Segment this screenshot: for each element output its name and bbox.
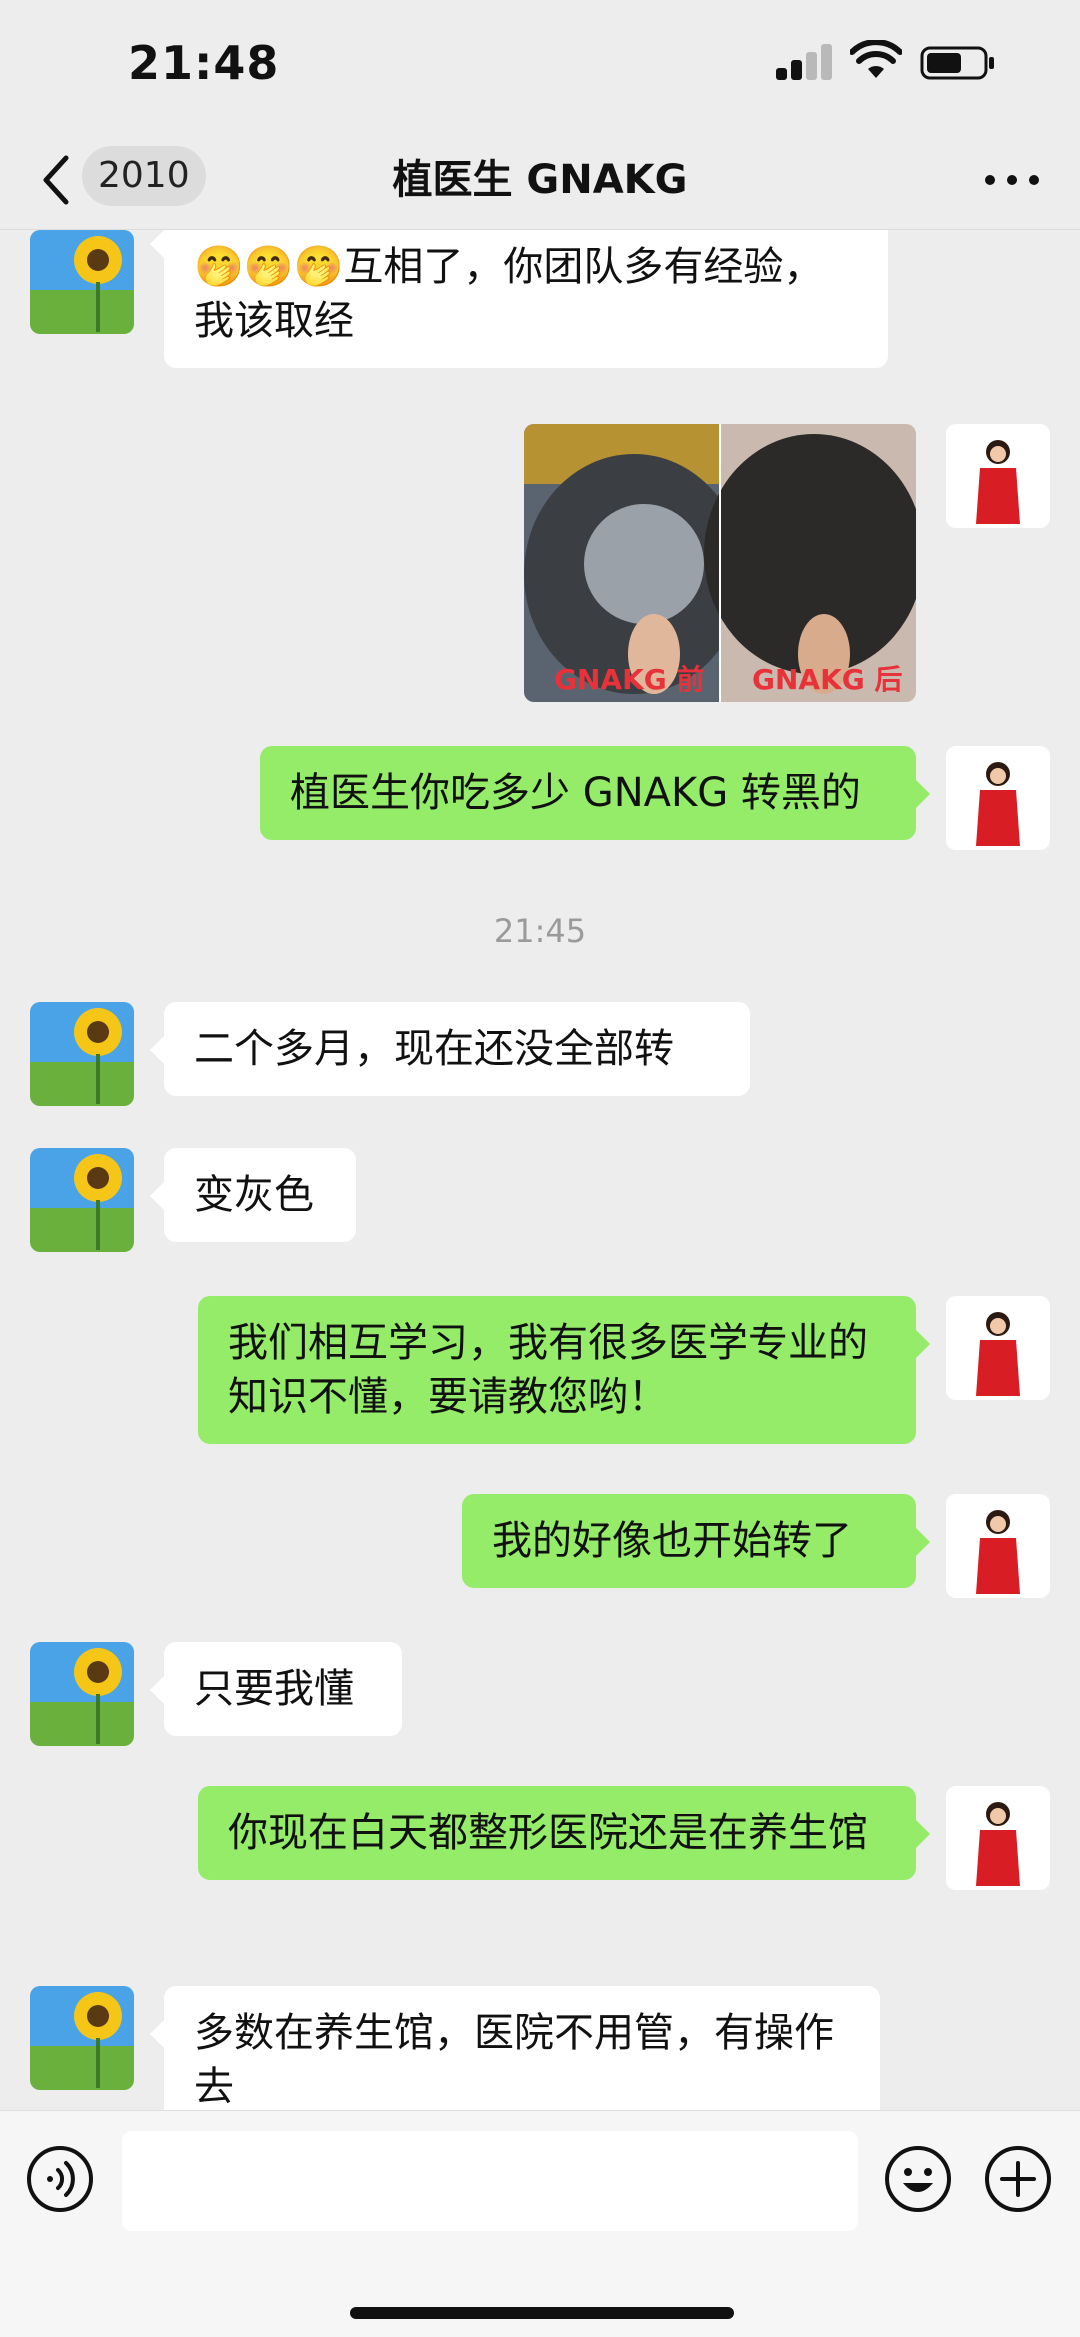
- unread-count-badge[interactable]: 2010: [82, 146, 206, 206]
- after-label: GNAKG 后: [752, 663, 903, 696]
- voice-input-icon[interactable]: [26, 2145, 94, 2213]
- message-bubble-received[interactable]: 只要我懂: [150, 1642, 402, 1736]
- wifi-icon: [850, 40, 902, 78]
- emoji-icon[interactable]: [884, 2145, 952, 2213]
- more-options-icon[interactable]: [982, 172, 1042, 188]
- self-avatar[interactable]: [946, 746, 1050, 850]
- composer-bar: [0, 2110, 1080, 2337]
- signal-icon: [776, 42, 836, 80]
- message-timestamp: 21:45: [493, 912, 587, 950]
- contact-avatar[interactable]: [30, 230, 134, 334]
- message-bubble-received[interactable]: 变灰色: [150, 1148, 356, 1242]
- self-avatar[interactable]: [946, 1296, 1050, 1400]
- self-avatar[interactable]: [946, 424, 1050, 528]
- self-avatar[interactable]: [946, 1786, 1050, 1890]
- contact-avatar[interactable]: [30, 1986, 134, 2090]
- back-chevron-icon[interactable]: [36, 152, 76, 208]
- contact-avatar[interactable]: [30, 1148, 134, 1252]
- message-bubble-sent[interactable]: 植医生你吃多少 GNAKG 转黑的: [260, 746, 930, 840]
- message-input[interactable]: [122, 2131, 858, 2231]
- message-bubble-received[interactable]: 🤭🤭🤭互相了，你团队多有经验，我该取经: [150, 230, 888, 368]
- battery-icon: [920, 46, 994, 80]
- contact-avatar[interactable]: [30, 1642, 134, 1746]
- status-bar: 21:48: [0, 0, 1080, 130]
- message-bubble-sent[interactable]: 我们相互学习，我有很多医学专业的知识不懂，要请教您哟！: [198, 1296, 930, 1444]
- status-time: 21:48: [128, 36, 280, 90]
- add-attachment-icon[interactable]: [984, 2145, 1052, 2213]
- message-bubble-received[interactable]: 多数在养生馆，医院不用管，有操作去: [150, 1986, 880, 2110]
- chat-header: 植医生 GNAKG 2010: [0, 130, 1080, 230]
- message-bubble-sent[interactable]: 你现在白天都整形医院还是在养生馆: [198, 1786, 930, 1880]
- before-after-photo[interactable]: GNAKG 前 GNAKG 后: [524, 424, 916, 702]
- self-avatar[interactable]: [946, 1494, 1050, 1598]
- message-bubble-sent[interactable]: 我的好像也开始转了: [462, 1494, 930, 1588]
- contact-avatar[interactable]: [30, 1002, 134, 1106]
- home-indicator[interactable]: [350, 2307, 734, 2319]
- message-list[interactable]: 🤭🤭🤭互相了，你团队多有经验，我该取经 GNAKG 前 GNAKG 后 植医生你…: [0, 230, 1080, 2110]
- message-bubble-received[interactable]: 二个多月，现在还没全部转: [150, 1002, 750, 1096]
- before-label: GNAKG 前: [554, 663, 705, 696]
